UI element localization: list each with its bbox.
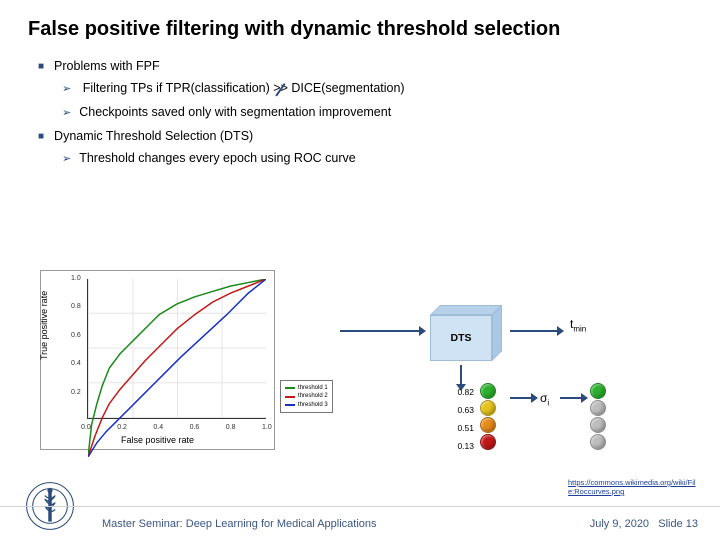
traffic-lights-grey [590, 382, 614, 451]
dts-box-front: DTS [430, 315, 492, 361]
tmin-label: tmin [570, 317, 586, 333]
dts-box-side [492, 305, 502, 361]
roc-legend: threshold 1threshold 2threshold 3 [280, 380, 333, 413]
sigma-sub: i [547, 398, 549, 407]
arrow-down-from-dts [460, 365, 462, 385]
footer-slide: Slide 13 [658, 518, 698, 530]
footer-title: Master Seminar: Deep Learning for Medica… [102, 518, 377, 530]
threshold-values: 0.820.630.510.13 [444, 383, 474, 455]
bullet-dts-heading: Dynamic Threshold Selection (DTS) [38, 129, 692, 143]
arrow-to-tmin [510, 330, 558, 332]
slide-title: False positive filtering with dynamic th… [28, 18, 692, 41]
dts-box: DTS [430, 305, 502, 361]
traffic-lights-colored [480, 382, 504, 451]
bullet-problems: Problems with FPF [38, 59, 692, 73]
struck-gt: >> [273, 81, 288, 95]
bullet-checkpoints: Checkpoints saved only with segmentation… [62, 105, 692, 119]
bullet-filtering-a: Filtering TPs if TPR(classification) [83, 81, 274, 95]
arrow-to-sigma [510, 397, 532, 399]
bullet-threshold-changes: Threshold changes every epoch using ROC … [62, 151, 692, 165]
roc-lines [88, 279, 266, 457]
image-source-link[interactable]: https://commons.wikimedia.org/wiki/File:… [568, 478, 698, 496]
bullet-filtering-b: DICE(segmentation) [291, 81, 404, 95]
bullet-filtering: Filtering TPs if TPR(classification) >> … [62, 81, 692, 95]
footer: Master Seminar: Deep Learning for Medica… [0, 506, 720, 540]
sigma-label: σi [540, 391, 549, 407]
dts-box-top [430, 305, 502, 315]
arrow-to-grey-lights [560, 397, 582, 399]
roc-xlabel: False positive rate [41, 435, 274, 445]
tmin-sub: min [573, 324, 586, 333]
roc-axes [87, 279, 266, 419]
footer-right: July 9, 2020 Slide 13 [590, 518, 698, 530]
arrow-to-dts [340, 330, 420, 332]
slide: False positive filtering with dynamic th… [0, 0, 720, 540]
footer-date: July 9, 2020 [590, 518, 649, 530]
diagram-area: True positive rate False positive rate 0… [40, 255, 680, 465]
roc-ylabel: True positive rate [39, 291, 49, 360]
roc-plot: True positive rate False positive rate 0… [40, 270, 275, 450]
